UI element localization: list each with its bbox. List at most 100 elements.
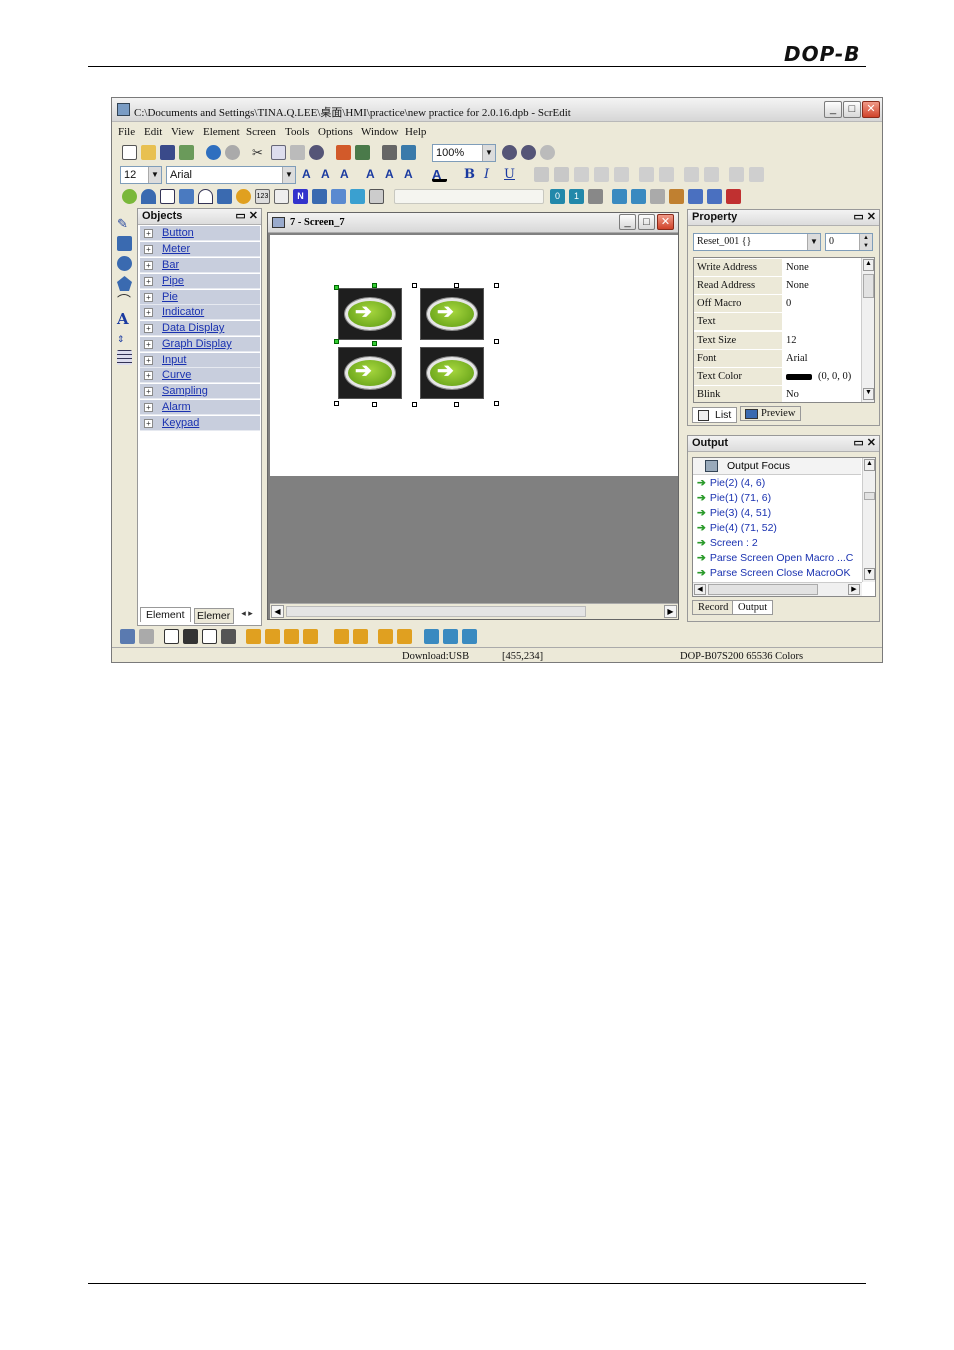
bring-to-front-icon[interactable]	[164, 629, 179, 644]
expand-icon[interactable]: +	[144, 308, 153, 317]
download-icon[interactable]	[355, 145, 370, 160]
list-item[interactable]: + Bar	[140, 258, 260, 273]
disabled-address-field[interactable]	[394, 189, 544, 204]
font-name-select[interactable]: Arial ▼	[166, 166, 296, 184]
previous-screen-icon[interactable]	[612, 189, 627, 204]
align-center-icon[interactable]: A	[321, 167, 336, 182]
list-item[interactable]: + Indicator	[140, 305, 260, 320]
grid-icon[interactable]	[650, 189, 665, 204]
undo-icon[interactable]	[206, 145, 221, 160]
recipe-icon[interactable]	[669, 189, 684, 204]
list-item[interactable]: ➔ Pie(1) (71, 6)	[697, 492, 771, 507]
minimize-button[interactable]: _	[824, 101, 842, 118]
resize-handle[interactable]	[372, 341, 377, 346]
element-index-spinner[interactable]: 0 ▲ ▼	[825, 233, 873, 251]
resize-handle[interactable]	[372, 283, 377, 288]
scroll-down-arrow[interactable]: ▼	[864, 568, 875, 580]
italic-icon[interactable]: I	[484, 167, 499, 182]
send-to-back-icon[interactable]	[183, 629, 198, 644]
output-horizontal-scrollbar[interactable]: ◀ ▶	[693, 582, 862, 596]
rotate-right-icon[interactable]	[265, 629, 280, 644]
resize-handle[interactable]	[494, 283, 499, 288]
open-folder-icon[interactable]	[141, 145, 156, 160]
scroll-thumb[interactable]	[708, 584, 818, 595]
property-row[interactable]: Text	[694, 313, 862, 332]
expand-icon[interactable]: +	[144, 245, 153, 254]
tab-output[interactable]: Output	[732, 600, 774, 615]
list-item[interactable]: + Pipe	[140, 274, 260, 289]
expand-icon[interactable]: +	[144, 229, 153, 238]
new-file-icon[interactable]	[122, 145, 137, 160]
same-size-icon[interactable]	[749, 167, 764, 182]
align-left-icon[interactable]: A	[302, 167, 317, 182]
menu-element[interactable]: Element	[203, 126, 240, 138]
layer-icon[interactable]	[554, 167, 569, 182]
list-item[interactable]: + Input	[140, 353, 260, 368]
space-vertical-icon[interactable]	[397, 629, 412, 644]
button-element-icon[interactable]	[122, 189, 137, 204]
scale-icon[interactable]: ⇕	[117, 332, 132, 347]
property-scrollbar[interactable]: ▲ ▼	[861, 258, 874, 402]
valign-bottom-icon[interactable]: A	[404, 167, 419, 182]
table-icon[interactable]	[117, 350, 132, 365]
list-item[interactable]: ➔ Pie(4) (71, 52)	[697, 522, 777, 537]
scroll-thumb[interactable]	[864, 492, 875, 500]
tab-preview[interactable]: Preview	[740, 406, 802, 421]
output-panel-controls[interactable]: ▭ ✕	[853, 436, 876, 451]
pipe-element-icon[interactable]	[179, 189, 194, 204]
font-size-select[interactable]: 12 ▼	[120, 166, 162, 184]
menu-edit[interactable]: Edit	[144, 126, 162, 138]
scroll-right-arrow[interactable]: ▶	[664, 605, 677, 618]
list-item[interactable]: ➔ Pie(2) (4, 6)	[697, 477, 765, 492]
menu-help[interactable]: Help	[405, 126, 426, 138]
maximize-button[interactable]: □	[843, 101, 861, 118]
state-0-icon[interactable]: 0	[550, 189, 565, 204]
list-item[interactable]: ➔ Parse Screen Open Macro ...C	[697, 552, 853, 567]
bar-element-icon[interactable]	[160, 189, 175, 204]
text-tool-icon[interactable]: A	[117, 312, 132, 327]
resize-handle[interactable]	[412, 283, 417, 288]
resize-handle[interactable]	[334, 285, 339, 290]
next-screen-icon[interactable]	[631, 189, 646, 204]
same-height-icon[interactable]	[729, 167, 744, 182]
zoom-in-icon[interactable]	[502, 145, 517, 160]
list-item[interactable]: + Graph Display	[140, 337, 260, 352]
menu-screen[interactable]: Screen	[246, 126, 276, 138]
selected-group[interactable]: ➔ ➔ ➔ ➔	[334, 283, 499, 407]
make-same-height-icon[interactable]	[353, 629, 368, 644]
expand-icon[interactable]: +	[144, 387, 153, 396]
group-icon[interactable]	[120, 629, 135, 644]
screen-maximize-button[interactable]: □	[638, 214, 655, 230]
list-item[interactable]: + Button	[140, 226, 260, 241]
element-selector[interactable]: Reset_001 {} ▼	[693, 233, 821, 251]
valign-top-icon[interactable]: A	[366, 167, 381, 182]
expand-icon[interactable]: +	[144, 371, 153, 380]
scroll-up-arrow[interactable]: ▲	[864, 459, 875, 471]
arrange-grid-icon[interactable]	[462, 629, 477, 644]
state-1-icon[interactable]: 1	[569, 189, 584, 204]
macro-icon[interactable]	[688, 189, 703, 204]
property-row[interactable]: Text Color (0, 0, 0)	[694, 368, 862, 387]
meter-element-icon[interactable]	[141, 189, 156, 204]
polygon-icon[interactable]	[117, 276, 132, 291]
menu-view[interactable]: View	[171, 126, 194, 138]
bring-forward-icon[interactable]	[202, 629, 217, 644]
scroll-thumb[interactable]	[286, 606, 586, 617]
property-row[interactable]: Write Address None	[694, 259, 862, 278]
scroll-down-arrow[interactable]: ▼	[863, 388, 874, 400]
arrow-button-element[interactable]: ➔	[420, 288, 484, 340]
rotate-left-icon[interactable]	[246, 629, 261, 644]
property-row[interactable]: Font Arial	[694, 350, 862, 369]
paste-icon[interactable]	[290, 145, 305, 160]
valign-middle-icon[interactable]: A	[385, 167, 400, 182]
message-display-icon[interactable]	[274, 189, 289, 204]
menu-tools[interactable]: Tools	[285, 126, 309, 138]
design-canvas[interactable]: ➔ ➔ ➔ ➔	[270, 235, 678, 476]
list-item[interactable]: + Sampling	[140, 384, 260, 399]
send-backward-icon[interactable]	[221, 629, 236, 644]
copy-icon[interactable]	[271, 145, 286, 160]
arrange-columns-icon[interactable]	[424, 629, 439, 644]
rectangle-icon[interactable]	[117, 236, 132, 251]
arrow-button-element[interactable]: ➔	[338, 347, 402, 399]
alarm-icon[interactable]	[350, 189, 365, 204]
